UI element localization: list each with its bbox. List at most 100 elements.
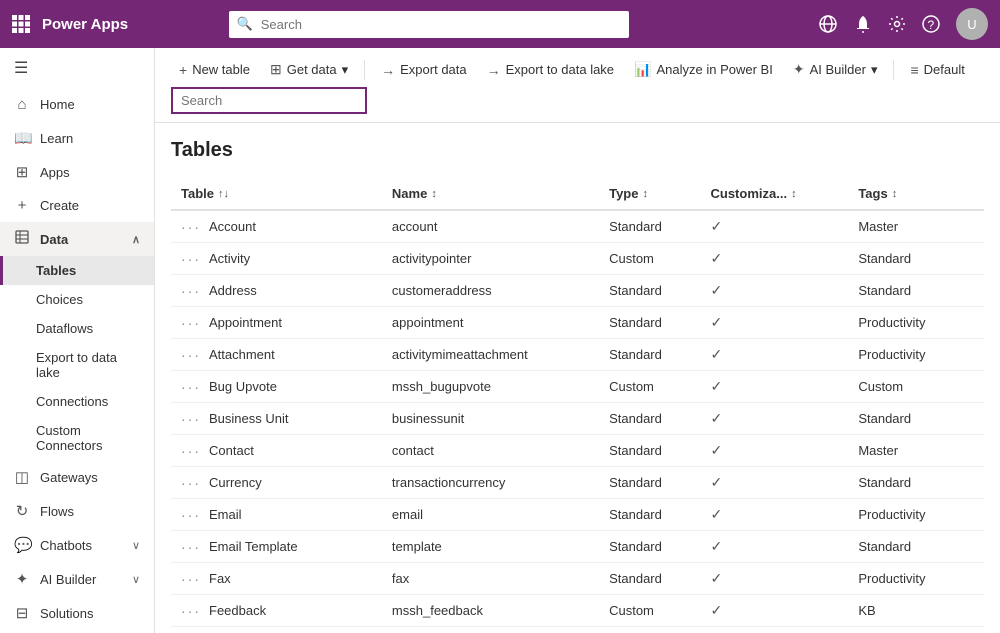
more-options-icon[interactable]: ···: [181, 283, 201, 299]
cell-table: ··· Attachment: [171, 339, 382, 371]
analyze-power-bi-button[interactable]: 📊 Analyze in Power BI: [626, 56, 781, 83]
cell-type: Custom: [599, 371, 700, 403]
waffle-icon[interactable]: [12, 15, 30, 33]
table-search-input[interactable]: [171, 87, 367, 114]
sidebar-item-label: Chatbots: [40, 538, 122, 553]
cell-customizable: ✓: [701, 243, 849, 275]
bell-icon[interactable]: [854, 15, 872, 33]
data-submenu: Tables Choices Dataflows Export to data …: [0, 256, 154, 460]
sidebar-item-learn[interactable]: 📖 Learn: [0, 121, 154, 155]
sidebar-item-ai-builder[interactable]: ✦ AI Builder ∨: [0, 562, 154, 596]
cell-table: ··· Address: [171, 275, 382, 307]
export-data-button[interactable]: → Export data: [373, 57, 475, 83]
topbar-icons: ? U: [818, 8, 988, 40]
cell-table: ··· Account: [171, 210, 382, 243]
sidebar-subitem-export[interactable]: Export to data lake: [0, 343, 154, 387]
user-avatar[interactable]: U: [956, 8, 988, 40]
get-data-button[interactable]: ⊞ Get data ▾: [262, 56, 356, 83]
sidebar-item-label: AI Builder: [40, 572, 122, 587]
sidebar-item-apps[interactable]: ⊞ Apps: [0, 155, 154, 189]
col-table[interactable]: Table ↑↓: [171, 178, 382, 210]
help-icon[interactable]: ?: [922, 15, 940, 33]
more-options-icon[interactable]: ···: [181, 379, 201, 395]
sidebar-item-create[interactable]: + Create: [0, 189, 154, 222]
environment-icon[interactable]: [818, 14, 838, 34]
check-icon: ✓: [711, 570, 723, 586]
topbar-search-container: 🔍: [229, 11, 629, 38]
more-options-icon[interactable]: ···: [181, 411, 201, 427]
check-icon: ✓: [711, 410, 723, 426]
export-data-lake-button[interactable]: → Export to data lake: [479, 57, 622, 83]
default-button[interactable]: ≡ Default: [902, 57, 972, 83]
sidebar-item-label: Gateways: [40, 470, 140, 485]
get-data-icon: ⊞: [270, 61, 282, 78]
power-bi-icon: 📊: [634, 61, 651, 78]
cell-table: ··· Contact: [171, 435, 382, 467]
sidebar-item-home[interactable]: ⌂ Home: [0, 88, 154, 121]
cell-name: mssh_bugupvote: [382, 371, 599, 403]
cell-table: ··· Email Template: [171, 531, 382, 563]
sidebar-item-data[interactable]: Data ∧: [0, 222, 154, 256]
gateways-icon: ◫: [14, 468, 30, 486]
cell-customizable: ✓: [701, 563, 849, 595]
sidebar-item-label: Solutions: [40, 606, 140, 621]
more-options-icon[interactable]: ···: [181, 347, 201, 363]
col-customizable[interactable]: Customiza... ↕: [701, 178, 849, 210]
cell-customizable: ✓: [701, 403, 849, 435]
solutions-icon: ⊟: [14, 604, 30, 622]
col-type[interactable]: Type ↕: [599, 178, 700, 210]
chevron-down-icon: ∨: [132, 539, 140, 552]
cell-type: Custom: [599, 595, 700, 627]
new-table-button[interactable]: + New table: [171, 57, 258, 83]
check-icon: ✓: [711, 378, 723, 394]
topbar-search-input[interactable]: [229, 11, 629, 38]
cell-tags: Standard: [848, 531, 984, 563]
table-row: ··· Email email Standard ✓ Productivity: [171, 499, 984, 531]
sidebar-subitem-choices[interactable]: Choices: [0, 285, 154, 314]
cell-name: template: [382, 531, 599, 563]
sidebar-subitem-connections[interactable]: Connections: [0, 387, 154, 416]
sidebar-subitem-custom-connectors[interactable]: Custom Connectors: [0, 416, 154, 460]
export-lake-icon: →: [487, 62, 501, 78]
sidebar-item-gateways[interactable]: ◫ Gateways: [0, 460, 154, 494]
check-icon: ✓: [711, 218, 723, 234]
more-options-icon[interactable]: ···: [181, 219, 201, 235]
chevron-up-icon: ∧: [132, 233, 140, 246]
more-options-icon[interactable]: ···: [181, 251, 201, 267]
chatbots-icon: 💬: [14, 536, 30, 554]
more-options-icon[interactable]: ···: [181, 475, 201, 491]
table-row: ··· Address customeraddress Standard ✓ S…: [171, 275, 984, 307]
cell-tags: Master: [848, 435, 984, 467]
ai-builder-button[interactable]: ✦ AI Builder ▾: [785, 56, 886, 83]
cell-customizable: ✓: [701, 467, 849, 499]
cell-tags: KB: [848, 595, 984, 627]
sidebar-subitem-tables[interactable]: Tables: [0, 256, 154, 285]
plus-icon: +: [179, 62, 187, 78]
main-content: + New table ⊞ Get data ▾ → Export data →…: [155, 48, 1000, 633]
table-row: ··· Bug Upvote mssh_bugupvote Custom ✓ C…: [171, 371, 984, 403]
more-options-icon[interactable]: ···: [181, 443, 201, 459]
col-tags[interactable]: Tags ↕: [848, 178, 984, 210]
more-options-icon[interactable]: ···: [181, 539, 201, 555]
tables-content: Tables Table ↑↓ Name ↕: [155, 123, 1000, 633]
cell-tags: Productivity: [848, 563, 984, 595]
more-options-icon[interactable]: ···: [181, 315, 201, 331]
sidebar-item-chatbots[interactable]: 💬 Chatbots ∨: [0, 528, 154, 562]
sidebar-collapse-button[interactable]: ☰: [0, 48, 154, 88]
more-options-icon[interactable]: ···: [181, 571, 201, 587]
sort-type-icon: ↕: [642, 188, 648, 200]
cell-table: ··· Fax: [171, 563, 382, 595]
cell-customizable: ✓: [701, 627, 849, 633]
col-name[interactable]: Name ↕: [382, 178, 599, 210]
cell-type: Standard: [599, 467, 700, 499]
sidebar-item-solutions[interactable]: ⊟ Solutions: [0, 596, 154, 630]
learn-icon: 📖: [14, 129, 30, 147]
sidebar-item-flows[interactable]: ↻ Flows: [0, 494, 154, 528]
check-icon: ✓: [711, 506, 723, 522]
settings-icon[interactable]: [888, 15, 906, 33]
more-options-icon[interactable]: ···: [181, 603, 201, 619]
more-options-icon[interactable]: ···: [181, 507, 201, 523]
home-icon: ⌂: [14, 96, 30, 113]
check-icon: ✓: [711, 538, 723, 554]
sidebar-subitem-dataflows[interactable]: Dataflows: [0, 314, 154, 343]
